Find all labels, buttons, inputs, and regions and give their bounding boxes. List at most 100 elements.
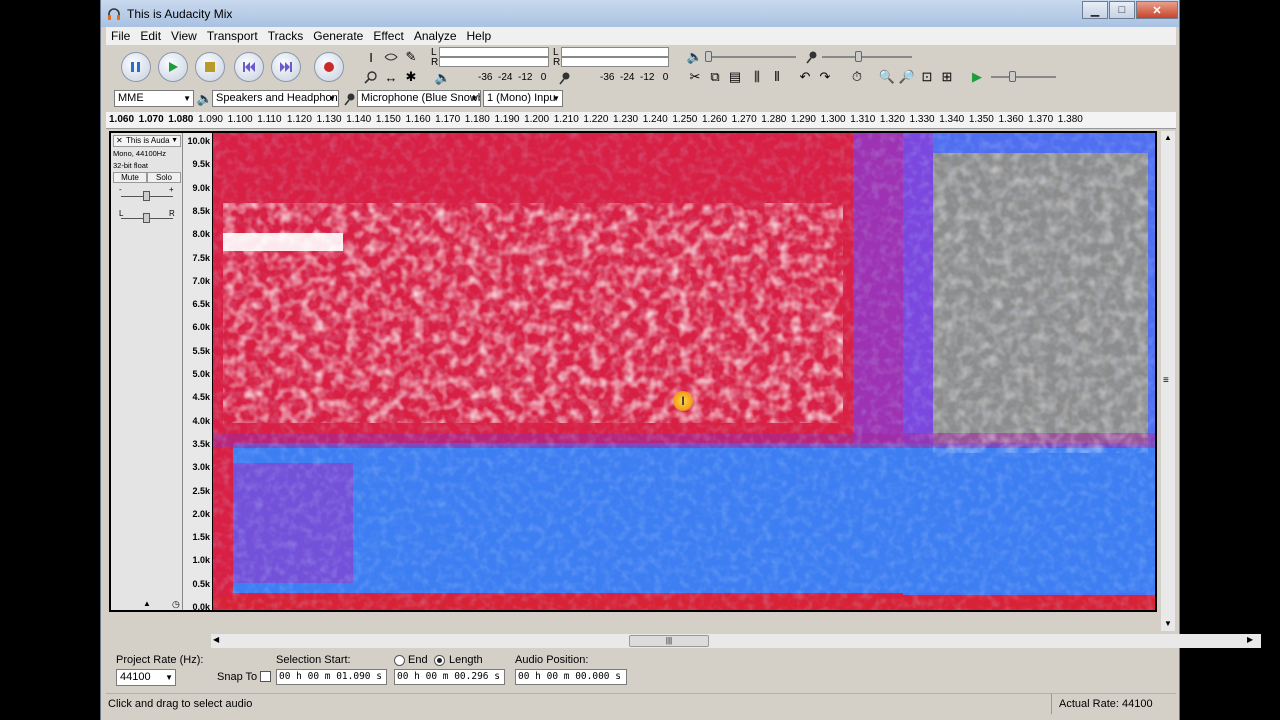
- ruler-tick: 1.060: [109, 114, 135, 125]
- pan-slider-thumb[interactable]: [143, 213, 150, 223]
- copy-icon[interactable]: ⧉: [706, 68, 724, 86]
- microphone-icon[interactable]: [556, 69, 574, 87]
- play-speed-slider[interactable]: [991, 76, 1056, 78]
- input-volume-slider[interactable]: [822, 56, 912, 58]
- snap-to-checkbox[interactable]: [260, 671, 271, 682]
- ruler-tick: 1.080: [168, 114, 194, 125]
- frequency-tick: 7.5k: [192, 252, 210, 263]
- output-device-select[interactable]: Speakers and Headphon ▼: [212, 90, 339, 107]
- ruler-tick: 1.270: [731, 114, 757, 125]
- trim-icon[interactable]: ⫼: [748, 68, 766, 86]
- menu-view[interactable]: View: [166, 29, 202, 43]
- input-device-select[interactable]: Microphone (Blue Snowb ▼: [357, 90, 481, 107]
- scroll-grip-icon[interactable]: ≡: [1163, 375, 1169, 386]
- envelope-tool-icon[interactable]: [382, 48, 400, 66]
- scroll-thumb[interactable]: |||: [629, 635, 709, 647]
- end-radio[interactable]: [394, 655, 405, 666]
- zoom-tool-icon[interactable]: [362, 68, 380, 86]
- ruler-tick: 1.160: [405, 114, 431, 125]
- paste-icon[interactable]: ▤: [726, 68, 744, 86]
- stop-button[interactable]: [195, 52, 225, 82]
- audio-position-field[interactable]: 00 h 00 m 00.000 s: [515, 669, 627, 685]
- input-volume-thumb[interactable]: [855, 51, 862, 62]
- track-info-rate: Mono, 44100Hz: [113, 149, 166, 158]
- menu-transport[interactable]: Transport: [202, 29, 263, 43]
- mouse-cursor-icon: I: [673, 391, 693, 411]
- timeshift-tool-icon[interactable]: ↔: [382, 68, 400, 86]
- pan-right-label: R: [169, 209, 175, 218]
- output-volume-icon: 🔈: [686, 49, 704, 64]
- zoom-in-icon[interactable]: 🔍: [878, 68, 896, 86]
- zoom-out-icon[interactable]: 🔎: [898, 68, 916, 86]
- minimize-track-icon[interactable]: ◷: [172, 599, 180, 610]
- selection-length-field[interactable]: 00 h 00 m 00.296 s: [394, 669, 505, 685]
- menu-edit[interactable]: Edit: [135, 29, 166, 43]
- menu-analyze[interactable]: Analyze: [409, 29, 462, 43]
- skip-to-end-button[interactable]: [271, 52, 301, 82]
- output-volume-thumb[interactable]: [705, 51, 712, 62]
- undo-icon[interactable]: ↶: [796, 68, 814, 86]
- ruler-tick: 1.210: [553, 114, 579, 125]
- playback-meter-right: [439, 57, 549, 67]
- sync-lock-icon[interactable]: ⏱: [848, 68, 866, 86]
- menu-bar: File Edit View Transport Tracks Generate…: [106, 27, 1176, 45]
- redo-icon[interactable]: ↷: [816, 68, 834, 86]
- ruler-tick: 1.370: [1028, 114, 1054, 125]
- length-radio[interactable]: [434, 655, 445, 666]
- selection-start-field[interactable]: 00 h 00 m 01.090 s: [276, 669, 387, 685]
- menu-generate[interactable]: Generate: [308, 29, 368, 43]
- selection-tool-icon[interactable]: I: [362, 48, 380, 66]
- speaker-icon[interactable]: 🔈: [434, 69, 452, 87]
- scroll-up-icon[interactable]: ▲: [1164, 133, 1172, 142]
- input-channels-select[interactable]: 1 (Mono) Inpu ▼: [483, 90, 563, 107]
- horizontal-scrollbar[interactable]: ◀ ||| ▶: [211, 634, 1261, 648]
- fit-project-icon[interactable]: ⊞: [938, 68, 956, 86]
- frequency-tick: 3.0k: [192, 462, 210, 473]
- scroll-left-icon[interactable]: ◀: [213, 635, 219, 644]
- output-volume-slider[interactable]: [706, 56, 796, 58]
- draw-tool-icon[interactable]: ✎: [402, 48, 420, 66]
- silence-icon[interactable]: ⫴: [768, 68, 786, 86]
- menu-help[interactable]: Help: [462, 29, 497, 43]
- minimize-button[interactable]: ▁: [1082, 1, 1108, 19]
- mute-button[interactable]: Mute: [113, 172, 147, 183]
- timeline-ruler[interactable]: 1.060 1.070 1.080 1.090 1.100 1.110 1.120 1.130…: [106, 112, 1176, 129]
- gain-slider-thumb[interactable]: [143, 191, 150, 201]
- pause-button[interactable]: [121, 52, 151, 82]
- record-button[interactable]: [314, 52, 344, 82]
- maximize-button[interactable]: □: [1109, 1, 1135, 19]
- vertical-scrollbar[interactable]: ▲ ≡ ▼: [1161, 131, 1175, 631]
- fit-selection-icon[interactable]: ⊡: [918, 68, 936, 86]
- skip-to-start-button[interactable]: [234, 52, 264, 82]
- cut-icon[interactable]: ✂: [686, 68, 704, 86]
- close-button[interactable]: ✕: [1136, 1, 1178, 19]
- solo-button[interactable]: Solo: [147, 172, 181, 183]
- menu-file[interactable]: File: [106, 29, 135, 43]
- track-menu-chevron-icon[interactable]: ▼: [171, 136, 178, 146]
- collapse-track-icon[interactable]: ▲: [143, 599, 151, 608]
- multi-tool-icon[interactable]: ✱: [402, 68, 420, 86]
- frequency-tick: 6.5k: [192, 299, 210, 310]
- rec-meter-r-letter: R: [553, 57, 561, 68]
- spectrogram-view[interactable]: I: [213, 133, 1155, 610]
- play-button[interactable]: [158, 52, 188, 82]
- ruler-tick: 1.190: [494, 114, 520, 125]
- scroll-right-icon[interactable]: ▶: [1247, 635, 1253, 644]
- ruler-tick: 1.100: [227, 114, 253, 125]
- menu-effect[interactable]: Effect: [368, 29, 408, 43]
- project-rate-select[interactable]: 44100 ▼: [116, 669, 176, 686]
- audio-host-select[interactable]: MME ▼: [114, 90, 194, 107]
- ruler-tick: 1.070: [138, 114, 164, 125]
- play-speed-thumb[interactable]: [1009, 71, 1016, 82]
- track-name-bar[interactable]: ✕ This is Auda ▼: [113, 135, 181, 147]
- chevron-down-icon: ▼: [328, 94, 336, 103]
- menu-tracks[interactable]: Tracks: [263, 29, 309, 43]
- track-close-button[interactable]: ✕: [116, 136, 123, 146]
- ruler-tick: 1.180: [464, 114, 490, 125]
- scroll-down-icon[interactable]: ▼: [1164, 619, 1172, 628]
- play-at-speed-icon[interactable]: ▶: [968, 68, 986, 86]
- frequency-tick: 2.5k: [192, 485, 210, 496]
- audacity-headphones-icon: [107, 7, 121, 21]
- frequency-tick: 0.5k: [192, 578, 210, 589]
- input-device-value: Microphone (Blue Snowb: [361, 92, 481, 104]
